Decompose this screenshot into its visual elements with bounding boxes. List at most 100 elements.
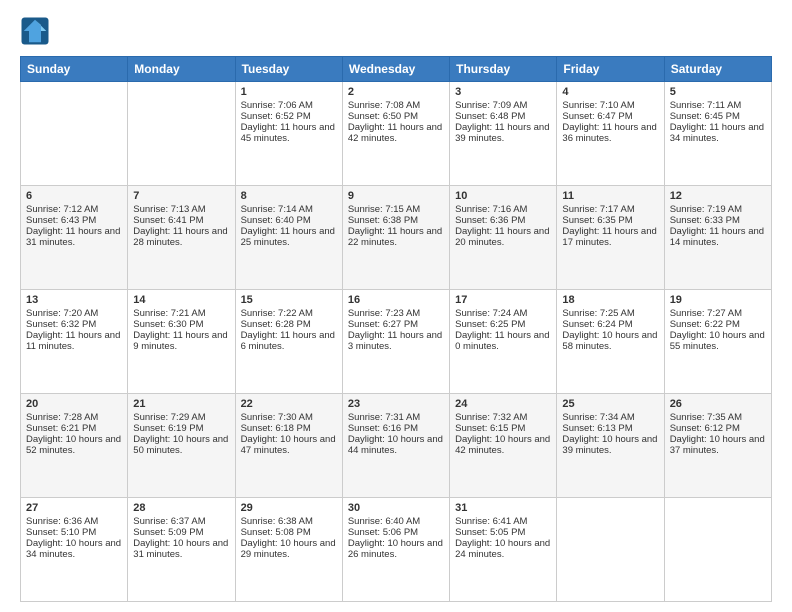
day-info: Daylight: 10 hours and 42 minutes. — [455, 434, 551, 456]
day-info: Sunset: 6:48 PM — [455, 111, 551, 122]
day-number: 15 — [241, 294, 337, 306]
day-number: 27 — [26, 502, 122, 514]
day-info: Sunrise: 7:11 AM — [670, 100, 766, 111]
day-info: Sunrise: 7:21 AM — [133, 308, 229, 319]
day-info: Daylight: 11 hours and 3 minutes. — [348, 330, 444, 352]
day-info: Sunset: 6:25 PM — [455, 319, 551, 330]
day-info: Sunset: 5:08 PM — [241, 527, 337, 538]
calendar-cell: 2Sunrise: 7:08 AMSunset: 6:50 PMDaylight… — [342, 82, 449, 186]
day-number: 28 — [133, 502, 229, 514]
day-info: Sunset: 6:27 PM — [348, 319, 444, 330]
day-info: Sunset: 6:45 PM — [670, 111, 766, 122]
calendar-cell — [557, 498, 664, 602]
day-info: Sunrise: 7:08 AM — [348, 100, 444, 111]
calendar-cell: 30Sunrise: 6:40 AMSunset: 5:06 PMDayligh… — [342, 498, 449, 602]
calendar-cell: 5 Sunrise: 7:11 AMSunset: 6:45 PMDaylight… — [664, 82, 771, 186]
day-info: Sunrise: 6:41 AM — [455, 516, 551, 527]
calendar-cell: 21Sunrise: 7:29 AMSunset: 6:19 PMDayligh… — [128, 394, 235, 498]
day-info: Daylight: 10 hours and 50 minutes. — [133, 434, 229, 456]
day-info: Sunset: 6:15 PM — [455, 423, 551, 434]
day-header-wednesday: Wednesday — [342, 57, 449, 82]
day-info: Daylight: 11 hours and 17 minutes. — [562, 226, 658, 248]
day-info: Sunrise: 7:10 AM — [562, 100, 658, 111]
day-number: 31 — [455, 502, 551, 514]
day-info: Sunset: 6:16 PM — [348, 423, 444, 434]
day-header-tuesday: Tuesday — [235, 57, 342, 82]
day-info: Sunrise: 7:22 AM — [241, 308, 337, 319]
day-info: Sunset: 6:50 PM — [348, 111, 444, 122]
day-info: Sunset: 6:32 PM — [26, 319, 122, 330]
day-info: Sunrise: 7:06 AM — [241, 100, 337, 111]
day-header-friday: Friday — [557, 57, 664, 82]
day-info: Sunrise: 7:24 AM — [455, 308, 551, 319]
day-number: 20 — [26, 398, 122, 410]
calendar-cell: 25Sunrise: 7:34 AMSunset: 6:13 PMDayligh… — [557, 394, 664, 498]
day-info: Sunset: 6:41 PM — [133, 215, 229, 226]
calendar-cell: 19Sunrise: 7:27 AMSunset: 6:22 PMDayligh… — [664, 290, 771, 394]
page: SundayMondayTuesdayWednesdayThursdayFrid… — [0, 0, 792, 612]
day-info: Sunrise: 7:12 AM — [26, 204, 122, 215]
day-number: 16 — [348, 294, 444, 306]
calendar-cell: 1Sunrise: 7:06 AMSunset: 6:52 PMDaylight… — [235, 82, 342, 186]
day-header-thursday: Thursday — [450, 57, 557, 82]
day-info: Sunrise: 6:36 AM — [26, 516, 122, 527]
day-info: Daylight: 10 hours and 29 minutes. — [241, 538, 337, 560]
day-info: Sunrise: 7:32 AM — [455, 412, 551, 423]
day-number: 3 — [455, 86, 551, 98]
day-info: Daylight: 10 hours and 55 minutes. — [670, 330, 766, 352]
day-info: Sunrise: 6:37 AM — [133, 516, 229, 527]
day-info: Daylight: 11 hours and 34 minutes. — [670, 122, 766, 144]
day-number: 29 — [241, 502, 337, 514]
day-number: 1 — [241, 86, 337, 98]
day-info: Sunset: 5:09 PM — [133, 527, 229, 538]
day-info: Sunset: 6:38 PM — [348, 215, 444, 226]
day-number: 11 — [562, 190, 658, 202]
day-number: 5 — [670, 86, 766, 98]
day-info: Sunset: 5:06 PM — [348, 527, 444, 538]
calendar-cell: 14Sunrise: 7:21 AMSunset: 6:30 PMDayligh… — [128, 290, 235, 394]
day-header-saturday: Saturday — [664, 57, 771, 82]
day-info: Daylight: 11 hours and 45 minutes. — [241, 122, 337, 144]
day-info: Sunrise: 7:13 AM — [133, 204, 229, 215]
calendar-cell: 11Sunrise: 7:17 AMSunset: 6:35 PMDayligh… — [557, 186, 664, 290]
day-info: Sunset: 6:19 PM — [133, 423, 229, 434]
calendar-cell — [664, 498, 771, 602]
day-info: Sunrise: 6:40 AM — [348, 516, 444, 527]
day-info: Daylight: 11 hours and 31 minutes. — [26, 226, 122, 248]
calendar-cell: 23Sunrise: 7:31 AMSunset: 6:16 PMDayligh… — [342, 394, 449, 498]
day-info: Sunrise: 7:30 AM — [241, 412, 337, 423]
day-info: Sunrise: 7:29 AM — [133, 412, 229, 423]
day-info: Daylight: 10 hours and 52 minutes. — [26, 434, 122, 456]
day-info: Sunrise: 7:15 AM — [348, 204, 444, 215]
calendar-cell: 22Sunrise: 7:30 AMSunset: 6:18 PMDayligh… — [235, 394, 342, 498]
calendar-cell: 8Sunrise: 7:14 AMSunset: 6:40 PMDaylight… — [235, 186, 342, 290]
calendar-cell: 10Sunrise: 7:16 AMSunset: 6:36 PMDayligh… — [450, 186, 557, 290]
day-info: Sunrise: 7:28 AM — [26, 412, 122, 423]
day-number: 4 — [562, 86, 658, 98]
day-info: Sunrise: 7:25 AM — [562, 308, 658, 319]
day-info: Sunrise: 7:14 AM — [241, 204, 337, 215]
day-info: Sunset: 6:13 PM — [562, 423, 658, 434]
day-info: Sunrise: 7:20 AM — [26, 308, 122, 319]
day-info: Sunset: 6:40 PM — [241, 215, 337, 226]
calendar-cell: 9Sunrise: 7:15 AMSunset: 6:38 PMDaylight… — [342, 186, 449, 290]
day-info: Sunrise: 7:35 AM — [670, 412, 766, 423]
day-info: Sunset: 6:28 PM — [241, 319, 337, 330]
day-info: Daylight: 10 hours and 58 minutes. — [562, 330, 658, 352]
logo-icon — [20, 16, 50, 46]
day-info: Sunrise: 7:27 AM — [670, 308, 766, 319]
calendar-cell: 28Sunrise: 6:37 AMSunset: 5:09 PMDayligh… — [128, 498, 235, 602]
calendar-cell: 29Sunrise: 6:38 AMSunset: 5:08 PMDayligh… — [235, 498, 342, 602]
day-number: 23 — [348, 398, 444, 410]
calendar-cell: 18Sunrise: 7:25 AMSunset: 6:24 PMDayligh… — [557, 290, 664, 394]
calendar-cell: 4Sunrise: 7:10 AMSunset: 6:47 PMDaylight… — [557, 82, 664, 186]
day-info: Daylight: 10 hours and 34 minutes. — [26, 538, 122, 560]
day-info: Daylight: 11 hours and 22 minutes. — [348, 226, 444, 248]
calendar-cell — [128, 82, 235, 186]
day-info: Sunset: 5:10 PM — [26, 527, 122, 538]
day-header-monday: Monday — [128, 57, 235, 82]
day-info: Sunset: 6:22 PM — [670, 319, 766, 330]
day-info: Sunrise: 7:17 AM — [562, 204, 658, 215]
day-info: Sunset: 6:47 PM — [562, 111, 658, 122]
day-info: Daylight: 11 hours and 11 minutes. — [26, 330, 122, 352]
